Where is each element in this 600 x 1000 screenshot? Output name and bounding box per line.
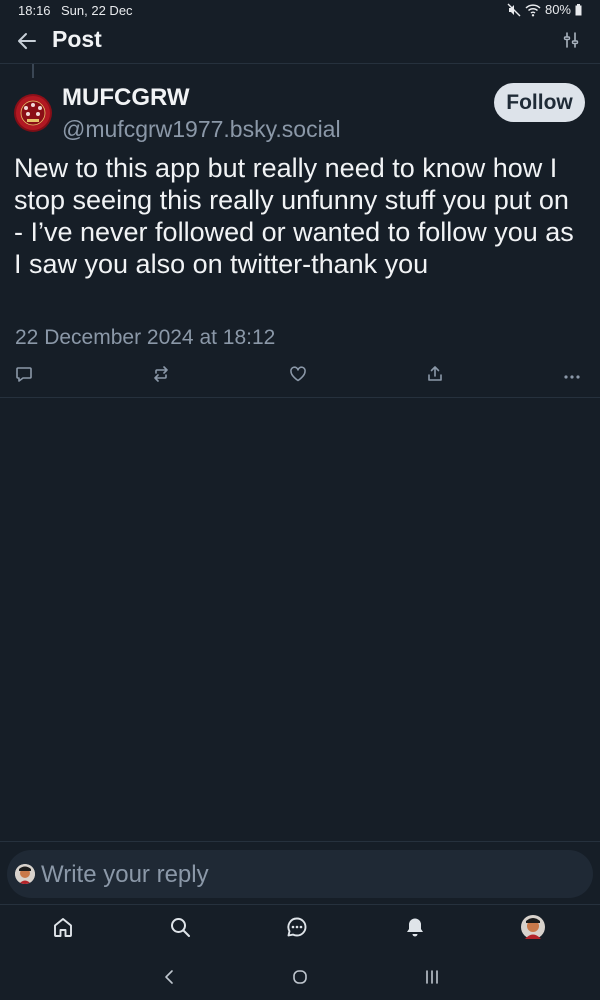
status-icons: 80%	[507, 2, 582, 17]
own-avatar	[15, 864, 35, 884]
nav-profile[interactable]	[520, 914, 546, 944]
system-back-button[interactable]	[157, 967, 181, 991]
follow-button[interactable]: Follow	[494, 83, 585, 122]
bottom-nav	[0, 905, 600, 953]
profile-avatar	[521, 914, 545, 944]
more-dots-icon	[563, 367, 581, 385]
home-icon	[52, 916, 74, 943]
author-handle[interactable]: @mufcgrw1977.bsky.social	[62, 116, 341, 143]
status-time: 18:16	[18, 3, 51, 18]
share-icon	[426, 365, 444, 388]
nav-search[interactable]	[167, 916, 193, 942]
nav-notifications[interactable]	[402, 916, 428, 942]
post-body-text: New to this app but really need to know …	[14, 153, 574, 279]
repost-button[interactable]	[149, 364, 173, 388]
reply-placeholder: Write your reply	[41, 861, 209, 888]
chat-icon	[286, 916, 308, 943]
top-header: Post	[0, 22, 600, 64]
arrow-left-icon	[17, 32, 37, 55]
reply-bar-divider	[0, 841, 600, 842]
more-options-button[interactable]	[560, 364, 584, 388]
post-timestamp: 22 December 2024 at 18:12	[15, 326, 276, 349]
recents-icon	[424, 969, 440, 990]
author-display-name[interactable]: MUFCGRW	[62, 84, 190, 112]
status-date: Sun, 22 Dec	[61, 3, 133, 18]
system-navigation-bar	[0, 953, 600, 1000]
system-recents-button[interactable]	[420, 967, 444, 991]
search-icon	[169, 916, 191, 943]
nav-home[interactable]	[50, 916, 76, 942]
chevron-left-icon	[162, 969, 176, 990]
share-button[interactable]	[423, 364, 447, 388]
system-home-button[interactable]	[288, 967, 312, 991]
author-avatar[interactable]	[14, 94, 52, 132]
bell-icon	[404, 916, 426, 943]
reply-button[interactable]	[12, 364, 36, 388]
battery-icon	[575, 3, 582, 16]
sliders-icon	[563, 31, 579, 53]
comment-icon	[15, 365, 33, 388]
status-bar: 18:16 Sun, 22 Dec 80%	[0, 0, 600, 22]
wifi-icon	[525, 3, 541, 17]
post-action-bar	[0, 362, 600, 390]
nav-chat[interactable]	[284, 916, 310, 942]
mute-icon	[507, 3, 521, 17]
back-button[interactable]	[14, 30, 40, 56]
post-divider	[0, 397, 600, 398]
battery-percent: 80%	[544, 2, 571, 17]
heart-icon	[289, 365, 307, 388]
thread-settings-button[interactable]	[560, 31, 582, 53]
thread-connector-line	[32, 64, 34, 78]
like-button[interactable]	[286, 364, 310, 388]
repost-icon	[152, 365, 170, 388]
home-circle-icon	[292, 969, 308, 990]
page-title: Post	[52, 26, 102, 52]
reply-input[interactable]: Write your reply	[7, 850, 593, 898]
